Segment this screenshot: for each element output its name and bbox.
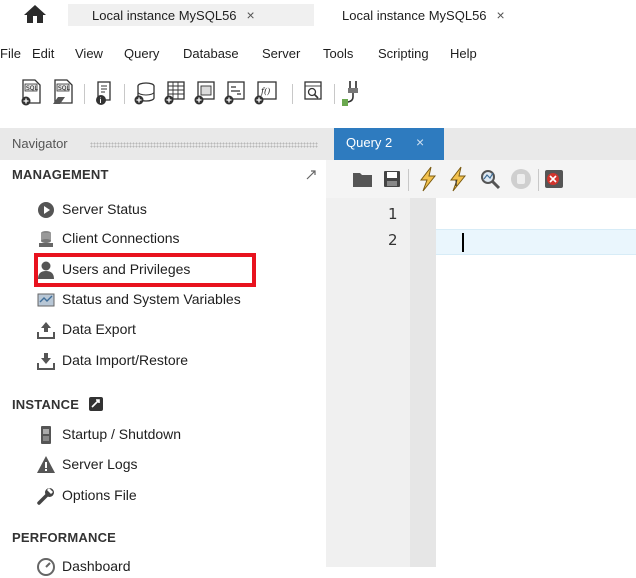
search-table-data-icon[interactable] [300, 78, 326, 108]
nav-item-label: Status and System Variables [62, 291, 241, 307]
menu-scripting[interactable]: Scripting [378, 44, 429, 64]
menu-bar: File Edit View Query Database Server Too… [0, 44, 636, 64]
startup-shutdown-icon [41, 426, 51, 444]
menu-query[interactable]: Query [124, 44, 159, 64]
instance-icon [89, 397, 103, 411]
menu-server[interactable]: Server [262, 44, 300, 64]
highlight-box [34, 253, 256, 287]
editor-gutter [326, 198, 410, 567]
line-number: 2 [388, 231, 398, 249]
stop-icon[interactable] [510, 168, 532, 190]
main-toolbar: SQL SQL i f() [0, 78, 636, 108]
nav-item-label: Server Logs [62, 456, 138, 472]
current-line-highlight[interactable] [436, 229, 636, 255]
close-icon[interactable]: × [497, 4, 505, 26]
toolbar-separator [334, 84, 335, 104]
section-instance-title: INSTANCE [12, 397, 103, 412]
create-view-icon[interactable] [192, 78, 218, 108]
panel-grip[interactable] [90, 142, 318, 148]
open-sql-script-icon[interactable]: SQL [50, 78, 76, 108]
nav-item-label: Data Import/Restore [62, 352, 189, 368]
section-instance-label: INSTANCE [12, 397, 80, 412]
open-file-icon[interactable] [352, 169, 374, 189]
svg-text:i: i [100, 98, 102, 105]
tab-query-2[interactable]: Query 2 × [334, 128, 444, 160]
wrench-icon [37, 488, 54, 505]
create-procedure-icon[interactable] [222, 78, 248, 108]
toggle-error-icon[interactable] [544, 168, 564, 190]
explain-icon[interactable] [478, 167, 502, 191]
connection-tab-label: Local instance MySQL56 [92, 8, 237, 23]
toolbar-separator [408, 169, 409, 191]
close-icon[interactable]: × [247, 4, 255, 26]
toolbar-separator [124, 84, 125, 104]
close-icon[interactable]: × [416, 134, 424, 150]
nav-item-label: Server Status [62, 201, 147, 217]
svg-text:f(): f() [260, 87, 270, 96]
info-icon[interactable]: i [92, 78, 116, 108]
nav-item-label: Dashboard [62, 558, 131, 574]
menu-edit[interactable]: Edit [32, 44, 54, 64]
menu-tools[interactable]: Tools [323, 44, 353, 64]
svg-text:SQL: SQL [26, 85, 39, 92]
nav-item-label: Startup / Shutdown [62, 426, 182, 442]
status-variables-icon [37, 293, 55, 307]
sql-editor-area: Query 2 × I 1 2 [326, 128, 636, 567]
server-status-icon [38, 202, 54, 218]
nav-item-label: Options File [62, 487, 137, 503]
client-connections-icon [39, 231, 53, 247]
text-caret [462, 233, 464, 252]
home-icon[interactable] [22, 3, 48, 25]
menu-file[interactable]: File [0, 44, 21, 64]
nav-item-label: Client Connections [62, 230, 180, 246]
toolbar-separator [84, 84, 85, 104]
svg-text:SQL: SQL [58, 85, 71, 92]
navigator-header: Navigator [0, 128, 326, 160]
section-management-title: MANAGEMENT [12, 167, 109, 182]
nav-item-label: Data Export [62, 321, 136, 337]
expand-icon[interactable] [305, 169, 317, 181]
create-function-icon[interactable]: f() [252, 78, 282, 108]
editor-margin [410, 198, 436, 567]
query-toolbar: I [326, 160, 636, 198]
data-export-icon [37, 322, 55, 339]
line-number: 1 [388, 205, 398, 223]
toolbar-separator [538, 169, 539, 191]
data-import-icon [37, 353, 55, 370]
reconnect-icon[interactable] [340, 78, 366, 108]
section-performance-title: PERFORMANCE [12, 530, 117, 545]
menu-database[interactable]: Database [183, 44, 239, 64]
create-schema-icon[interactable] [132, 78, 158, 108]
new-sql-tab-icon[interactable]: SQL [18, 78, 44, 108]
execute-icon[interactable] [416, 166, 440, 192]
navigator-title: Navigator [12, 136, 68, 151]
connection-tab-strip: Local instance MySQL56 × Local instance M… [0, 0, 636, 36]
svg-text:I: I [455, 179, 457, 188]
connection-tab-1[interactable]: Local instance MySQL56 × [68, 4, 314, 26]
server-logs-icon [37, 456, 55, 473]
execute-current-icon[interactable]: I [446, 166, 470, 192]
connection-tab-label: Local instance MySQL56 [342, 8, 487, 23]
menu-help[interactable]: Help [450, 44, 477, 64]
query-tab-label: Query 2 [346, 135, 393, 150]
create-table-icon[interactable] [162, 78, 188, 108]
connection-tab-2[interactable]: Local instance MySQL56 × [330, 4, 505, 26]
menu-view[interactable]: View [75, 44, 103, 64]
dashboard-icon [37, 558, 55, 576]
save-icon[interactable] [382, 169, 402, 189]
toolbar-separator [292, 84, 293, 104]
